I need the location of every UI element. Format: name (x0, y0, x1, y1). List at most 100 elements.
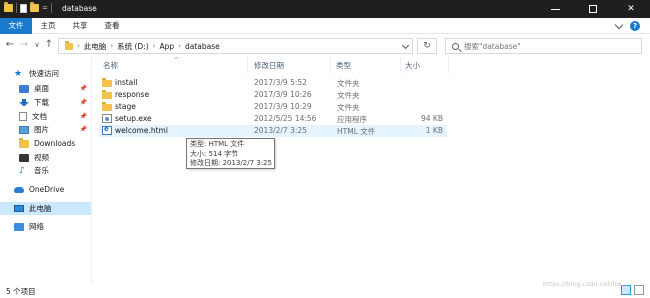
sidebar-item-documents[interactable]: 文档 📌 (0, 110, 91, 123)
quick-access-toolbar: = (4, 2, 52, 13)
file-size: 94 KB (421, 114, 443, 123)
title-bar: = database ✕ (0, 0, 650, 18)
breadcrumb-separator: › (77, 42, 80, 50)
close-button[interactable]: ✕ (612, 0, 650, 18)
sidebar-item-this-pc[interactable]: 此电脑 (0, 202, 91, 215)
sidebar-item-label: 桌面 (34, 84, 49, 93)
sidebar-item-label: 快速访问 (29, 69, 59, 78)
file-name: stage (115, 102, 136, 111)
column-header-type[interactable]: 类型 (336, 60, 351, 72)
column-divider[interactable] (330, 57, 331, 73)
toolbar-divider (16, 3, 17, 13)
file-modified: 2013/2/7 3:25 (254, 126, 307, 135)
navigation-pane: ★ 快速访问 桌面 📌 下载 📌 文档 📌 图片 📌 Downloads 视频 … (0, 57, 92, 284)
expand-ribbon-icon[interactable] (614, 20, 624, 29)
list-item[interactable]: response 2017/3/9 10:26 文件夹 (99, 89, 447, 101)
folder-icon (4, 2, 13, 12)
column-header-name[interactable]: 名称 (103, 60, 118, 72)
file-modified: 2017/3/9 10:29 (254, 102, 312, 111)
breadcrumb-separator: › (152, 42, 156, 50)
help-icon[interactable]: ? (630, 21, 640, 31)
html-file-icon (102, 125, 112, 135)
list-item[interactable]: setup.exe 2012/5/25 14:56 应用程序 94 KB (99, 113, 447, 125)
large-icons-view-icon[interactable] (634, 285, 644, 295)
sidebar-item-downloads[interactable]: Downloads (0, 137, 91, 150)
sidebar-item-label: 下载 (34, 98, 49, 107)
minimize-icon (550, 8, 560, 10)
breadcrumb-this-pc[interactable]: 此电脑 (84, 41, 107, 52)
recent-locations-button[interactable]: ∨ (31, 39, 43, 51)
pin-icon: 📌 (79, 113, 87, 120)
file-type: 应用程序 (337, 115, 367, 124)
tooltip-type: 类型: HTML 文件 (190, 140, 245, 148)
column-divider[interactable] (247, 57, 248, 73)
sidebar-item-music[interactable]: ♪ 音乐 (0, 164, 91, 177)
breadcrumb-app[interactable]: App (159, 42, 174, 51)
network-icon (14, 222, 24, 231)
customize-toolbar-icon[interactable]: = (42, 4, 48, 12)
cloud-icon (14, 186, 24, 193)
minimize-button[interactable] (536, 0, 574, 18)
sidebar-item-onedrive[interactable]: OneDrive (0, 183, 91, 196)
sidebar-item-label: 图片 (34, 125, 49, 134)
sort-indicator-icon: ^ (174, 57, 180, 64)
tooltip-modified: 修改日期: 2013/2/7 3:25 (190, 159, 272, 167)
address-dropdown-icon[interactable] (401, 41, 410, 50)
list-item[interactable]: install 2017/3/9 5:52 文件夹 (99, 77, 447, 89)
list-item[interactable]: welcome.html 2013/2/7 3:25 HTML 文件 1 KB (99, 125, 447, 137)
sidebar-item-quick-access[interactable]: ★ 快速访问 (0, 67, 91, 80)
download-icon (19, 98, 29, 107)
tab-file[interactable]: 文件 (0, 18, 32, 34)
folder-icon (102, 90, 112, 99)
sidebar-item-label: 视频 (34, 153, 49, 162)
column-divider[interactable] (448, 57, 449, 73)
column-header-size[interactable]: 大小 (405, 60, 420, 72)
file-modified: 2017/3/9 10:26 (254, 90, 312, 99)
breadcrumb-drive-d[interactable]: 系统 (D:) (117, 41, 149, 52)
file-size: 1 KB (425, 126, 443, 135)
sidebar-item-label: Downloads (34, 139, 76, 148)
sidebar-item-label: 音乐 (34, 166, 49, 175)
back-button[interactable]: ← (4, 39, 16, 51)
sidebar-item-downloads-cn[interactable]: 下载 📌 (0, 96, 91, 109)
folder-icon (102, 102, 112, 111)
up-button[interactable]: ↑ (43, 39, 55, 51)
item-count: 5 个项目 (6, 287, 36, 296)
tab-home[interactable]: 主页 (34, 18, 62, 34)
properties-icon[interactable] (20, 3, 27, 13)
desktop-icon (19, 84, 29, 93)
maximize-button[interactable] (574, 0, 612, 18)
file-modified: 2012/5/25 14:56 (254, 114, 317, 123)
column-divider[interactable] (400, 57, 401, 73)
sidebar-item-label: OneDrive (29, 185, 65, 194)
sidebar-item-label: 此电脑 (29, 204, 52, 213)
address-bar[interactable]: › 此电脑 › 系统 (D:) › App › database (58, 38, 413, 54)
maximize-icon (589, 5, 597, 13)
toolbar-divider (50, 3, 52, 13)
file-name: response (115, 90, 150, 99)
sidebar-item-videos[interactable]: 视频 (0, 151, 91, 164)
close-icon: ✕ (627, 4, 635, 14)
sidebar-item-desktop[interactable]: 桌面 📌 (0, 82, 91, 95)
column-header-modified[interactable]: 修改日期 (254, 60, 284, 72)
sidebar-item-network[interactable]: 网络 (0, 220, 91, 233)
navigation-bar: ← → ∨ ↑ › 此电脑 › 系统 (D:) › App › database… (0, 34, 650, 57)
search-placeholder: 搜索"database" (464, 41, 521, 51)
refresh-button[interactable]: ↻ (417, 38, 437, 54)
tab-view[interactable]: 查看 (98, 18, 126, 34)
file-tooltip: 类型: HTML 文件 大小: 514 字节 修改日期: 2013/2/7 3:… (186, 138, 275, 169)
star-icon: ★ (14, 68, 23, 79)
file-name: welcome.html (115, 126, 168, 135)
forward-button[interactable]: → (18, 39, 30, 51)
application-icon (102, 114, 112, 123)
tab-share[interactable]: 共享 (66, 18, 94, 34)
file-name: setup.exe (115, 114, 152, 123)
file-list: ^ 名称 修改日期 类型 大小 install 2017/3/9 5:52 文件… (92, 57, 650, 284)
search-input[interactable]: 搜索"database" (445, 38, 642, 54)
tooltip-size: 大小: 514 字节 (190, 149, 239, 158)
sidebar-item-pictures[interactable]: 图片 📌 (0, 123, 91, 136)
new-folder-icon[interactable] (30, 2, 39, 12)
list-item[interactable]: stage 2017/3/9 10:29 文件夹 (99, 101, 447, 113)
watermark: https://blog.csdn.net/liw... (543, 280, 628, 288)
breadcrumb-database[interactable]: database (185, 42, 220, 51)
